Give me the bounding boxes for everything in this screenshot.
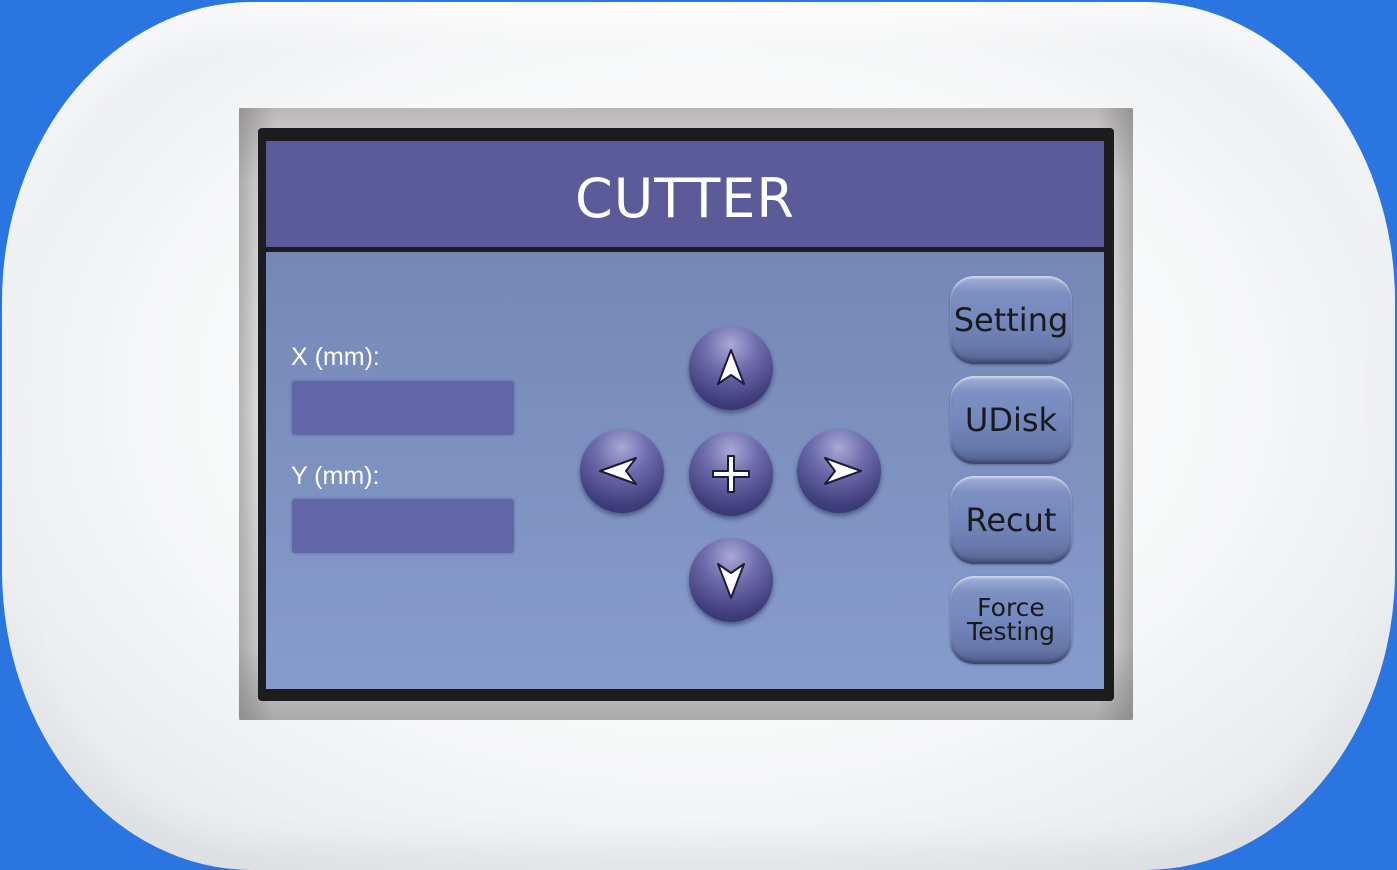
force-testing-label: Force Testing (967, 593, 1055, 646)
setting-button[interactable]: Setting (950, 276, 1072, 364)
jog-left-button[interactable] (580, 429, 664, 513)
x-label: X (mm): (291, 343, 380, 371)
udisk-button[interactable]: UDisk (950, 376, 1072, 464)
udisk-label: UDisk (964, 401, 1058, 439)
app-title: CUTTER (575, 166, 795, 230)
arrow-right-icon (824, 457, 862, 485)
x-field[interactable] (292, 381, 514, 435)
jog-down-button[interactable] (689, 538, 773, 622)
y-field[interactable] (292, 499, 514, 553)
jog-right-button[interactable] (797, 429, 881, 513)
arrow-down-icon (717, 563, 745, 599)
jog-center-button[interactable] (689, 432, 773, 516)
crosshair-plus-icon (712, 455, 750, 493)
arrow-up-icon (717, 349, 745, 385)
recut-label: Recut (965, 501, 1057, 539)
y-label: Y (mm): (291, 462, 380, 490)
force-testing-button[interactable]: Force Testing (950, 576, 1072, 664)
title-bar: CUTTER (266, 141, 1104, 247)
jog-up-button[interactable] (689, 326, 773, 410)
setting-label: Setting (953, 301, 1069, 339)
recut-button[interactable]: Recut (950, 476, 1072, 564)
arrow-left-icon (599, 457, 637, 485)
